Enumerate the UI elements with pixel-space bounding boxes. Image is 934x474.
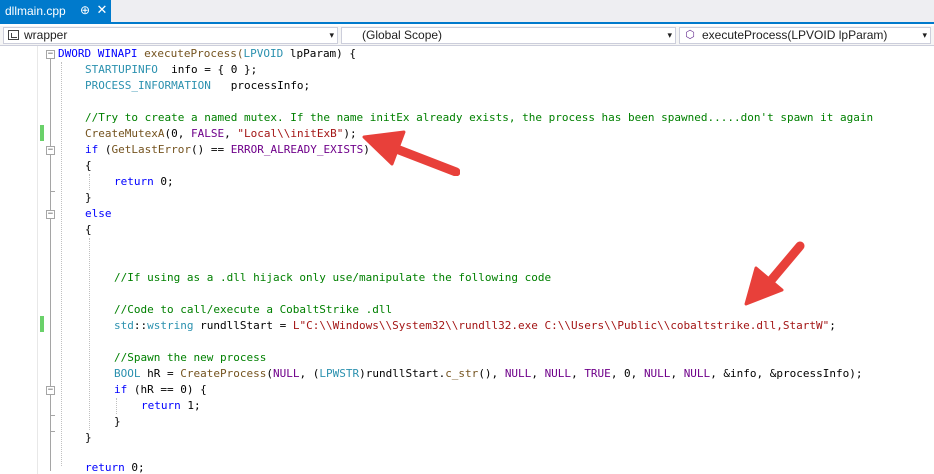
chevron-down-icon[interactable]: ▾ xyxy=(329,28,334,43)
tab-filename: dllmain.cpp xyxy=(5,4,66,18)
code-line-19: std::wstring rundllStart = L"C:\\Windows… xyxy=(114,319,836,332)
code-line-8: { xyxy=(85,159,92,172)
member-dropdown[interactable]: ⬡ executeProcess(LPVOID lpParam) ▾ xyxy=(679,27,931,44)
chevron-down-icon[interactable]: ▾ xyxy=(667,28,672,43)
close-icon[interactable]: ✕ xyxy=(95,3,109,17)
code-line-22: BOOL hR = CreateProcess(NULL, (LPWSTR)ru… xyxy=(114,367,863,380)
code-line-10: } xyxy=(85,191,92,204)
code-line-11: else xyxy=(85,207,112,220)
method-icon: ⬡ xyxy=(685,29,695,41)
navigation-bar: wrapper ▾ (Global Scope) ▾ ⬡ executeProc… xyxy=(0,26,934,46)
code-line-25: } xyxy=(114,415,121,428)
arrow-annotation-cobaltstrike xyxy=(744,241,805,306)
arrow-annotation-mutex xyxy=(362,130,460,176)
code-line-9: return 0; xyxy=(114,175,174,188)
member-label: executeProcess(LPVOID lpParam) xyxy=(702,28,888,42)
code-line-2: STARTUPINFO info = { 0 }; xyxy=(85,63,258,76)
scope-dropdown[interactable]: (Global Scope) ▾ xyxy=(341,27,676,44)
code-line-28: return 0; xyxy=(85,461,145,474)
code-line-5: //Try to create a named mutex. If the na… xyxy=(85,111,874,124)
project-icon xyxy=(8,30,19,40)
project-dropdown[interactable]: wrapper ▾ xyxy=(3,27,338,44)
code-line-12: { xyxy=(85,223,92,236)
chevron-down-icon[interactable]: ▾ xyxy=(922,28,927,43)
code-line-3: PROCESS_INFORMATION processInfo; xyxy=(85,79,311,92)
code-line-21: //Spawn the new process xyxy=(114,351,267,364)
code-line-6: CreateMutexA(0, FALSE, "Local\\initExB")… xyxy=(85,127,357,140)
document-tab-strip: dllmain.cpp ⊕ ✕ xyxy=(0,0,934,24)
code-line-24: return 1; xyxy=(141,399,201,412)
tab-dllmain-cpp[interactable]: dllmain.cpp ⊕ ✕ xyxy=(0,0,111,22)
code-line-26: } xyxy=(85,431,92,444)
code-line-7: if (GetLastError() == ERROR_ALREADY_EXIS… xyxy=(85,143,370,156)
project-label: wrapper xyxy=(24,28,68,42)
code-line-23: if (hR == 0) { xyxy=(114,383,207,396)
pin-icon[interactable]: ⊕ xyxy=(78,3,92,17)
scope-label: (Global Scope) xyxy=(362,28,443,42)
code-line-1: DWORD WINAPI executeProcess(LPVOID lpPar… xyxy=(58,47,357,60)
